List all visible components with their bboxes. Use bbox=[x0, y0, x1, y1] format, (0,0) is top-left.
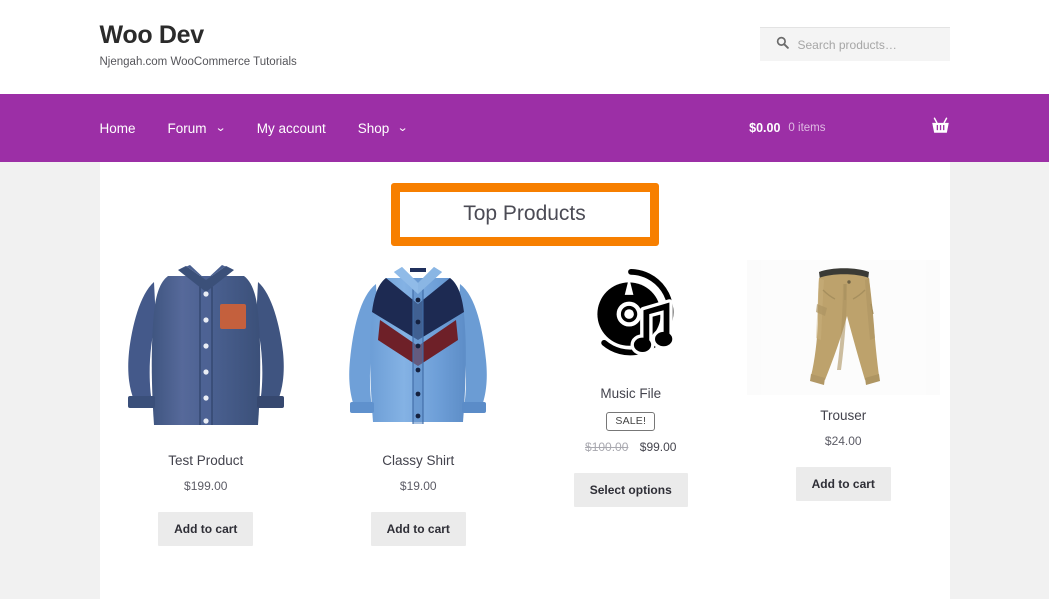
nav-item-label: Shop bbox=[357, 120, 390, 136]
site-description: Njengah.com WooCommerce Tutorials bbox=[99, 55, 297, 68]
product-price: $24.00 bbox=[824, 433, 862, 448]
product-image-link[interactable] bbox=[110, 260, 303, 440]
blue-chevron-shirt-image bbox=[328, 260, 508, 440]
add-to-cart-button[interactable]: Add to cart bbox=[158, 511, 254, 546]
nav-item-label: Home bbox=[99, 120, 136, 136]
product-price: $199.00 bbox=[184, 478, 228, 493]
product-card[interactable]: Music File SALE! $100.00 $99.00 Select o… bbox=[525, 260, 738, 546]
cart-total-amount: $0.00 bbox=[749, 121, 781, 135]
status-badge: SALE! bbox=[606, 411, 656, 432]
site-title: Woo Dev bbox=[99, 21, 205, 49]
add-to-cart-button[interactable]: Add to cart bbox=[370, 511, 466, 546]
site-header: Woo Dev Njengah.com WooCommerce Tutorial… bbox=[0, 0, 1049, 94]
nav-item-my-account[interactable]: My account bbox=[257, 121, 326, 136]
nav-item-home[interactable]: Home bbox=[100, 121, 136, 136]
cart-summary[interactable]: $0.00 0 items bbox=[749, 94, 949, 162]
search-input[interactable] bbox=[797, 37, 943, 52]
primary-navigation: Home Forum ⌄ My account Shop ⌄ $0.00 0 i… bbox=[0, 94, 1049, 162]
shopping-basket-icon[interactable] bbox=[931, 117, 950, 139]
product-price-original: $100.00 bbox=[585, 440, 629, 455]
add-to-cart-button[interactable]: Add to cart bbox=[795, 466, 891, 501]
nav-item-forum[interactable]: Forum ⌄ bbox=[167, 120, 226, 136]
product-image-link[interactable] bbox=[535, 260, 728, 373]
product-title[interactable]: Test Product bbox=[110, 452, 303, 470]
product-image-link[interactable] bbox=[322, 260, 515, 440]
page-title: Top Products bbox=[390, 183, 659, 247]
product-price: $19.00 bbox=[399, 478, 437, 493]
nav-menu: Home Forum ⌄ My account Shop ⌄ bbox=[100, 120, 409, 136]
chevron-down-icon[interactable]: ⌄ bbox=[214, 122, 226, 134]
cart-item-count: 0 items bbox=[788, 122, 826, 134]
music-cd-icon-image bbox=[583, 268, 679, 369]
select-options-button[interactable]: Select options bbox=[573, 473, 688, 508]
nav-item-label: My account bbox=[256, 120, 326, 136]
product-card[interactable]: Test Product $199.00 Add to cart bbox=[100, 260, 313, 546]
nav-item-shop[interactable]: Shop ⌄ bbox=[357, 120, 409, 136]
main-content: Top Products Test Product $199.00 Add to… bbox=[99, 162, 950, 599]
product-card[interactable]: Trouser $24.00 Add to cart bbox=[737, 260, 950, 546]
product-card[interactable]: Classy Shirt $19.00 Add to cart bbox=[312, 260, 525, 546]
section-heading-wrapper: Top Products bbox=[100, 183, 950, 247]
product-title[interactable]: Trouser bbox=[747, 407, 940, 425]
product-image-link[interactable] bbox=[747, 260, 940, 396]
product-price: $100.00 $99.00 bbox=[535, 440, 728, 454]
chevron-down-icon[interactable]: ⌄ bbox=[397, 122, 409, 134]
product-price-sale: $99.00 bbox=[639, 440, 677, 455]
khaki-trouser-image bbox=[760, 260, 926, 396]
product-title[interactable]: Classy Shirt bbox=[322, 452, 515, 470]
site-branding[interactable]: Woo Dev Njengah.com WooCommerce Tutorial… bbox=[99, 21, 297, 69]
product-search-form[interactable] bbox=[759, 27, 950, 61]
nav-item-label: Forum bbox=[167, 120, 207, 136]
products-grid: Test Product $199.00 Add to cart Classy … bbox=[100, 260, 950, 546]
blue-denim-shirt-image bbox=[116, 260, 296, 440]
product-title[interactable]: Music File bbox=[535, 385, 728, 403]
search-icon bbox=[776, 36, 789, 54]
